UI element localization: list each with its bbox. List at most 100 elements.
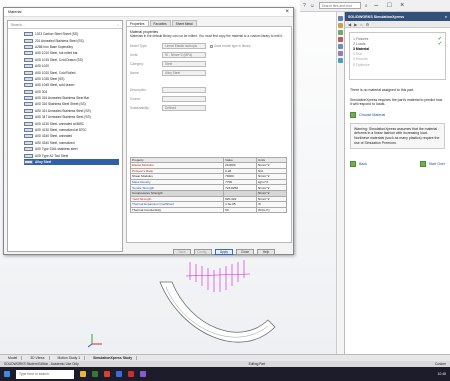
material-icon bbox=[24, 153, 33, 158]
model-tab[interactable]: Motion Study 1 bbox=[54, 356, 86, 360]
name-label: Name: bbox=[130, 71, 140, 76]
task-pane-tabs bbox=[336, 12, 344, 354]
app-search-input[interactable]: Search files and mod bbox=[318, 2, 361, 9]
model-tab[interactable]: Model bbox=[4, 356, 23, 360]
windows-start-icon[interactable] bbox=[4, 371, 10, 377]
panel-title: SOLIDWORKS SimulationXpress bbox=[348, 14, 405, 19]
units-select[interactable]: SI - N/mm^2 (MPa) bbox=[162, 52, 206, 59]
step-label: 3 Material bbox=[353, 46, 370, 51]
material-icon bbox=[24, 44, 33, 49]
sustainability-field[interactable]: Defined bbox=[162, 105, 206, 112]
material-tree-label: AISI 1010 Steel, hot rolled bar bbox=[35, 51, 78, 56]
app-titlebar: ? ☺ Search files and mod ⌕ – □ × bbox=[300, 0, 450, 12]
solidworks-icon[interactable] bbox=[128, 371, 134, 377]
sustainability-row: Sustainability: Defined bbox=[130, 104, 288, 113]
close-icon[interactable]: × bbox=[285, 9, 289, 15]
status-text: SOLIDWORKS Student Edition - Academic Us… bbox=[4, 362, 79, 366]
apply-button[interactable]: Apply bbox=[215, 249, 233, 255]
material-tree-label: A286 Iron Base Superalloy bbox=[35, 44, 73, 49]
model-tab[interactable]: SimulationXpress Study bbox=[89, 356, 138, 360]
category-label: Category: bbox=[130, 62, 144, 67]
close-icon[interactable]: × bbox=[398, 2, 407, 9]
name-field[interactable]: Alloy Steel bbox=[162, 70, 206, 77]
help-button[interactable]: Help bbox=[257, 249, 275, 255]
start-over-button[interactable]: Start Over bbox=[419, 161, 445, 168]
description-label: Description: bbox=[130, 88, 147, 93]
axis-triad bbox=[88, 334, 102, 348]
simulationxpress-panel: SOLIDWORKS SimulationXpress × ◀ ▶ ⌂ ⚙ 1 … bbox=[344, 12, 450, 354]
save-model-type-checkbox[interactable]: Save model type in library bbox=[210, 44, 251, 48]
teams-icon[interactable] bbox=[140, 371, 146, 377]
file-explorer-icon[interactable] bbox=[80, 371, 86, 377]
back-arrow-icon[interactable]: ◀ bbox=[348, 22, 351, 27]
taskbar-search-input[interactable]: Type here to search bbox=[16, 369, 74, 379]
close-panel-icon[interactable]: × bbox=[445, 15, 447, 19]
material-icon bbox=[24, 108, 33, 113]
material-tree-label: AISI 316 Stainless Steel Sheet (SS) bbox=[35, 102, 86, 107]
options-icon[interactable]: ⚙ bbox=[366, 22, 370, 27]
help-icon[interactable]: ? bbox=[303, 3, 306, 9]
design-library-icon[interactable] bbox=[338, 30, 343, 35]
step-label: 4 Run bbox=[353, 52, 363, 57]
dialog-titlebar[interactable]: Material × bbox=[4, 8, 293, 17]
step-label: 2 Loads bbox=[353, 41, 366, 46]
material-icon bbox=[24, 70, 33, 75]
choose-material-link[interactable]: Choose Material bbox=[350, 111, 445, 118]
back-label: Back bbox=[359, 162, 367, 167]
table-cell-property: Thermal Conductivity bbox=[129, 206, 225, 214]
maximize-icon[interactable]: □ bbox=[385, 2, 394, 9]
custom-properties-icon[interactable] bbox=[338, 58, 343, 63]
panel-header: SOLIDWORKS SimulationXpress × bbox=[345, 12, 450, 21]
part-model[interactable] bbox=[150, 252, 280, 362]
choose-material-label: Choose Material bbox=[359, 112, 386, 117]
material-icon bbox=[24, 32, 33, 37]
back-icon bbox=[350, 161, 356, 168]
material-icon bbox=[24, 160, 33, 164]
forward-arrow-icon[interactable]: ▶ bbox=[354, 22, 357, 27]
resources-icon[interactable] bbox=[338, 23, 343, 28]
table-cell-value: 50 bbox=[223, 206, 257, 214]
save-button[interactable]: Save bbox=[173, 249, 191, 255]
source-field[interactable] bbox=[162, 96, 206, 103]
category-field[interactable]: Steel bbox=[162, 61, 206, 68]
search-icon[interactable]: ⌕ bbox=[365, 3, 368, 9]
material-tree-label: AISI 4340 Steel, normalized bbox=[35, 140, 75, 145]
units-text[interactable]: Custom bbox=[435, 362, 446, 366]
step-item[interactable]: 6 Optimize bbox=[353, 62, 442, 67]
user-icon[interactable]: ☺ bbox=[310, 3, 315, 9]
table-row[interactable]: Thermal Conductivity 50 W/(m·K) bbox=[129, 206, 287, 214]
home-icon[interactable] bbox=[338, 16, 343, 21]
view-palette-icon[interactable] bbox=[338, 44, 343, 49]
material-search-input[interactable]: Search... ⌕ bbox=[8, 21, 122, 29]
step-label: 5 Results bbox=[353, 57, 368, 62]
word-icon[interactable] bbox=[116, 371, 122, 377]
material-tree-item[interactable]: Alloy Steel bbox=[24, 158, 119, 166]
material-properties-area: Properties Favorites Sheet Metal Material … bbox=[126, 20, 292, 255]
model-tab[interactable]: 3D Views bbox=[26, 356, 50, 360]
home-icon[interactable]: ⌂ bbox=[360, 22, 362, 27]
clock: 10:48 bbox=[437, 372, 447, 376]
file-explorer-icon[interactable] bbox=[338, 37, 343, 42]
material-tree-label: 201 Annealed Stainless Steel (SS) bbox=[35, 38, 84, 43]
browser-icon[interactable] bbox=[104, 371, 110, 377]
source-row: Source: bbox=[130, 95, 288, 104]
spreadsheet-icon[interactable] bbox=[92, 371, 98, 377]
description-field[interactable] bbox=[162, 87, 206, 94]
arrow-right-icon bbox=[350, 111, 356, 118]
dialog-buttons: Save Config... Apply Close Help bbox=[173, 249, 275, 255]
model-type-label: Model Type: bbox=[130, 44, 148, 49]
minimize-icon[interactable]: – bbox=[372, 2, 381, 9]
config-button[interactable]: Config... bbox=[194, 249, 212, 255]
material-icon bbox=[24, 134, 33, 139]
back-button[interactable]: Back bbox=[350, 161, 367, 168]
appearances-icon[interactable] bbox=[338, 51, 343, 56]
units-row: Units: SI - N/mm^2 (MPa) bbox=[130, 51, 288, 60]
material-tree-label: AISI 1020 Steel, Cold Rolled bbox=[35, 70, 76, 75]
material-tree-label: AISI 1035 Steel (SS) bbox=[35, 76, 65, 81]
no-material-text: There is no material assigned to this pa… bbox=[350, 88, 415, 92]
search-icon: ⌕ bbox=[117, 22, 119, 27]
model-type-select[interactable]: Linear Elastic Isotropic bbox=[162, 43, 206, 50]
material-tree-label: AISI 304 bbox=[35, 89, 48, 94]
search-placeholder: Search... bbox=[11, 22, 25, 27]
close-button[interactable]: Close bbox=[236, 249, 254, 255]
